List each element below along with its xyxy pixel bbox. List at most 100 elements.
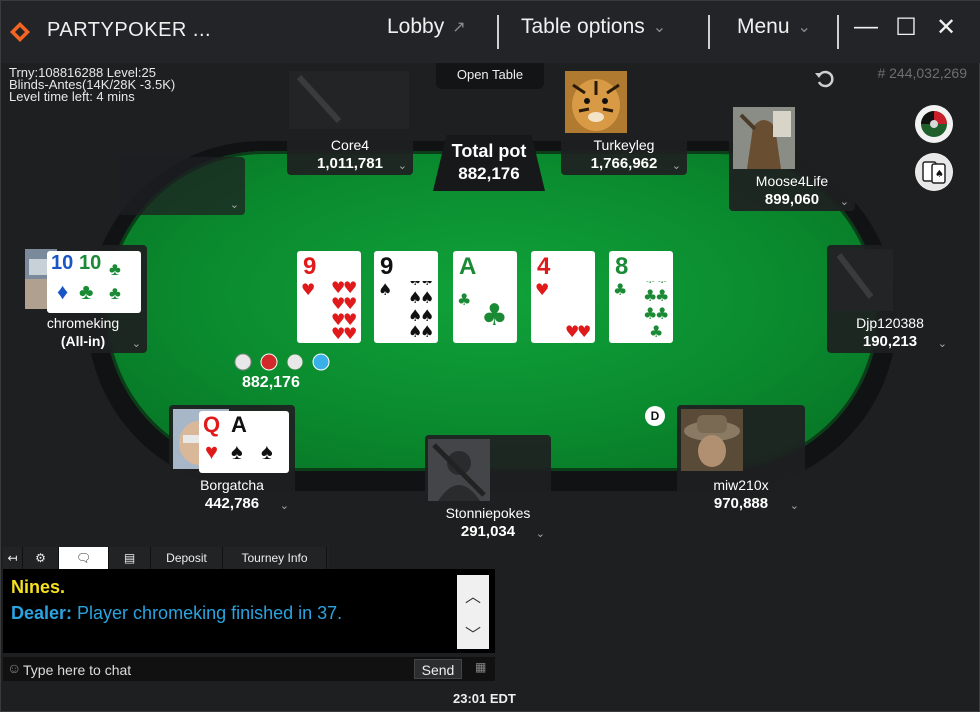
tab-tourney-info[interactable]: Tourney Info bbox=[223, 547, 327, 569]
seat-borgatcha[interactable]: Q ♥ A ♠ ♠ Borgatcha 442,786 ⌄ bbox=[169, 405, 295, 513]
chevron-down-icon: ⌄ bbox=[279, 500, 289, 512]
collapse-icon[interactable]: ↤ bbox=[3, 547, 23, 569]
total-pot: Total pot 882,176 bbox=[433, 135, 545, 191]
player-stack: 970,888 bbox=[713, 495, 769, 512]
chevron-down-icon: ⌄ bbox=[229, 199, 239, 211]
dealer-message: Player chromeking finished in 37. bbox=[72, 603, 343, 623]
svg-text:♥: ♥ bbox=[343, 324, 357, 339]
chevron-down-icon: ⌄ bbox=[131, 338, 141, 350]
player-name: Stonniepokes bbox=[445, 505, 531, 521]
chat-message: Nines. bbox=[11, 577, 66, 597]
chat-tabs: ↤ ⚙ 🗨 ▤ Deposit Tourney Info bbox=[3, 547, 329, 569]
card-rank: 10 bbox=[51, 252, 74, 274]
default-avatar-icon bbox=[289, 71, 409, 129]
spade-suit-icon: ♠ bbox=[231, 439, 243, 464]
seat-djp120388[interactable]: Djp120388 190,213 ⌄ bbox=[827, 245, 953, 353]
chat-input[interactable] bbox=[23, 661, 403, 679]
tourney-info: Trny:108816288 Level:25 Blinds-Antes(14K… bbox=[9, 66, 175, 104]
diamond-suit-icon: ♦ bbox=[57, 279, 69, 304]
player-stack: 1,011,781 bbox=[317, 155, 383, 172]
svg-text:♥: ♥ bbox=[301, 281, 315, 299]
seat-core4[interactable]: Core4 1,011,781 ⌄ bbox=[287, 67, 413, 175]
maximize-button[interactable]: ☐ bbox=[891, 13, 921, 42]
chat-scrollbar[interactable]: ︿ ﹀ bbox=[457, 575, 489, 649]
club-suit-icon: ♣ bbox=[109, 259, 121, 279]
notes-tab[interactable]: ▤ bbox=[109, 547, 151, 569]
moose-avatar-icon bbox=[733, 107, 795, 169]
separator bbox=[837, 15, 839, 49]
table-options-button[interactable]: Table options ⌄ bbox=[521, 15, 666, 39]
player-stack: 442,786 bbox=[204, 495, 260, 512]
seat-turkeyleg[interactable]: Turkeyleg 1,766,962 ⌄ bbox=[561, 67, 687, 175]
svg-text:♣: ♣ bbox=[457, 290, 471, 309]
lobby-button[interactable]: Lobby ↗ bbox=[387, 15, 466, 39]
cowboy-avatar-icon bbox=[681, 409, 743, 471]
level-time-line: Level time left: 4 mins bbox=[9, 89, 135, 104]
club-suit-icon: ♣ bbox=[79, 279, 94, 304]
chevron-down-icon: ⌄ bbox=[671, 160, 681, 172]
club-suit-icon: ♣ bbox=[109, 283, 121, 303]
card-rank: 4 bbox=[537, 253, 551, 280]
svg-text:♠: ♠ bbox=[378, 281, 392, 299]
pot-chip-amount: 882,176 bbox=[242, 374, 300, 391]
replay-icon[interactable] bbox=[813, 67, 837, 91]
dealer-button: D bbox=[645, 406, 665, 426]
player-name: Djp120388 bbox=[856, 315, 924, 331]
send-button[interactable]: Send bbox=[414, 659, 462, 679]
open-table-button[interactable]: Open Table bbox=[436, 63, 544, 89]
player-name: Moose4Life bbox=[755, 173, 829, 189]
card-rank: 10 bbox=[79, 252, 102, 274]
external-arrow-icon: ↗ bbox=[452, 19, 466, 36]
club-pips-icon: ♣ ♣ bbox=[457, 290, 508, 333]
player-status: (All-in) bbox=[60, 333, 106, 349]
chevron-down-icon: ⌄ bbox=[535, 528, 545, 540]
player-name: miw210x bbox=[713, 477, 769, 493]
hole-card: 10 ♣ ♣ ♣ bbox=[75, 251, 141, 313]
scroll-down-icon[interactable]: ﹀ bbox=[465, 621, 481, 645]
settings-gear-icon[interactable]: ⚙ bbox=[23, 547, 59, 569]
poker-table-window: PARTYPOKER ... Lobby ↗ Table options ⌄ M… bbox=[0, 0, 980, 712]
title-bar: PARTYPOKER ... Lobby ↗ Table options ⌄ M… bbox=[1, 1, 980, 63]
emoji-icon[interactable]: ☺ bbox=[7, 660, 21, 676]
seat-miw210x[interactable]: miw210x 970,888 ⌄ bbox=[677, 405, 805, 513]
scroll-up-icon[interactable]: ︿ bbox=[465, 583, 481, 607]
card-rank: 9 bbox=[380, 253, 394, 280]
spade-suit-icon: ♠ bbox=[261, 439, 273, 464]
minimize-button[interactable]: — bbox=[851, 13, 881, 41]
empty-seat[interactable]: ⌄ bbox=[119, 157, 245, 215]
chat-tab[interactable]: 🗨 bbox=[59, 547, 109, 569]
heart-suit-icon: ♥ bbox=[205, 439, 219, 464]
default-avatar-icon bbox=[428, 439, 490, 501]
svg-text:♥: ♥ bbox=[535, 281, 549, 299]
club-pips-icon: ♣♣♣ ♣♣ ♣♣ ♣ bbox=[613, 281, 669, 339]
menu-button[interactable]: Menu ⌄ bbox=[737, 15, 811, 39]
chevron-down-icon: ⌄ bbox=[839, 196, 849, 208]
board-card: 4 ♥♥♥ ♥♥ bbox=[531, 251, 595, 343]
chevron-down-icon: ⌄ bbox=[789, 500, 799, 512]
chip-stack-icon bbox=[234, 353, 330, 371]
clock: 23:01 EDT bbox=[453, 691, 516, 706]
svg-text:♣: ♣ bbox=[649, 322, 663, 339]
lobby-label: Lobby bbox=[387, 15, 445, 38]
tab-deposit[interactable]: Deposit bbox=[151, 547, 223, 569]
chat-log: Nines. Dealer: Player chromeking finishe… bbox=[3, 569, 495, 653]
chat-message: Dealer: Player chromeking finished in 37… bbox=[11, 603, 342, 624]
separator bbox=[708, 15, 710, 49]
chevron-down-icon: ⌄ bbox=[652, 19, 667, 36]
chevron-down-icon: ⌄ bbox=[397, 160, 407, 172]
seat-chromeking[interactable]: 10 ♦ 10 ♣ ♣ ♣ chromeking (All-in) ⌄ bbox=[19, 245, 147, 353]
seat-moose4life[interactable]: Moose4Life 899,060 ⌄ bbox=[729, 103, 855, 211]
keyboard-icon[interactable]: ▦ bbox=[475, 660, 486, 674]
board-card: 8 ♣♣♣ ♣♣ ♣♣ ♣ bbox=[609, 251, 673, 343]
app-title: PARTYPOKER ... bbox=[47, 19, 212, 41]
svg-text:♠: ♠ bbox=[935, 169, 944, 180]
seat-stonniepokes[interactable]: Stonniepokes 291,034 ⌄ bbox=[425, 435, 551, 543]
roulette-icon[interactable] bbox=[915, 105, 953, 143]
cards-icon[interactable]: ♠ bbox=[915, 153, 953, 191]
board-card: A ♣ ♣ bbox=[453, 251, 517, 343]
svg-text:♥: ♥ bbox=[577, 281, 591, 285]
player-stack: 190,213 bbox=[862, 333, 918, 350]
close-button[interactable]: ✕ bbox=[931, 13, 961, 42]
partypoker-logo-icon bbox=[10, 22, 30, 42]
separator bbox=[497, 15, 499, 49]
